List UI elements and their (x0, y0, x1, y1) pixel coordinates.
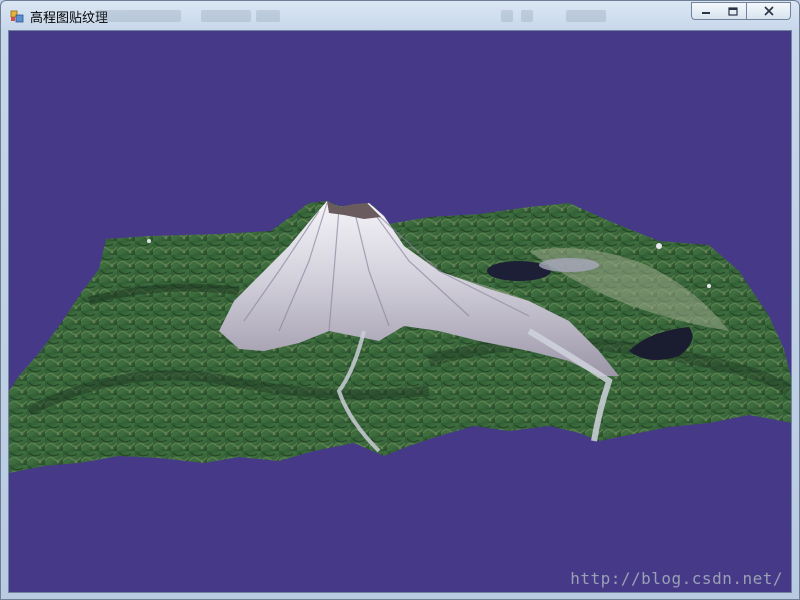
title-bar[interactable]: 高程图贴纹理 (1, 1, 799, 30)
minimize-icon (701, 12, 710, 14)
terrain-render (9, 201, 791, 473)
maximize-icon (727, 6, 738, 16)
3d-viewport[interactable]: http://blog.csdn.net/ (8, 30, 792, 593)
app-window-icon (10, 10, 24, 23)
maximize-button[interactable] (719, 2, 747, 20)
app-window: 高程图贴纹理 http://blog.csdn.net/ (0, 0, 800, 600)
close-button[interactable] (747, 2, 791, 20)
watermark-text: http://blog.csdn.net/ (570, 569, 783, 588)
background-toolbar-ghost (96, 10, 616, 24)
minimize-button[interactable] (691, 2, 720, 20)
close-icon (763, 6, 774, 16)
